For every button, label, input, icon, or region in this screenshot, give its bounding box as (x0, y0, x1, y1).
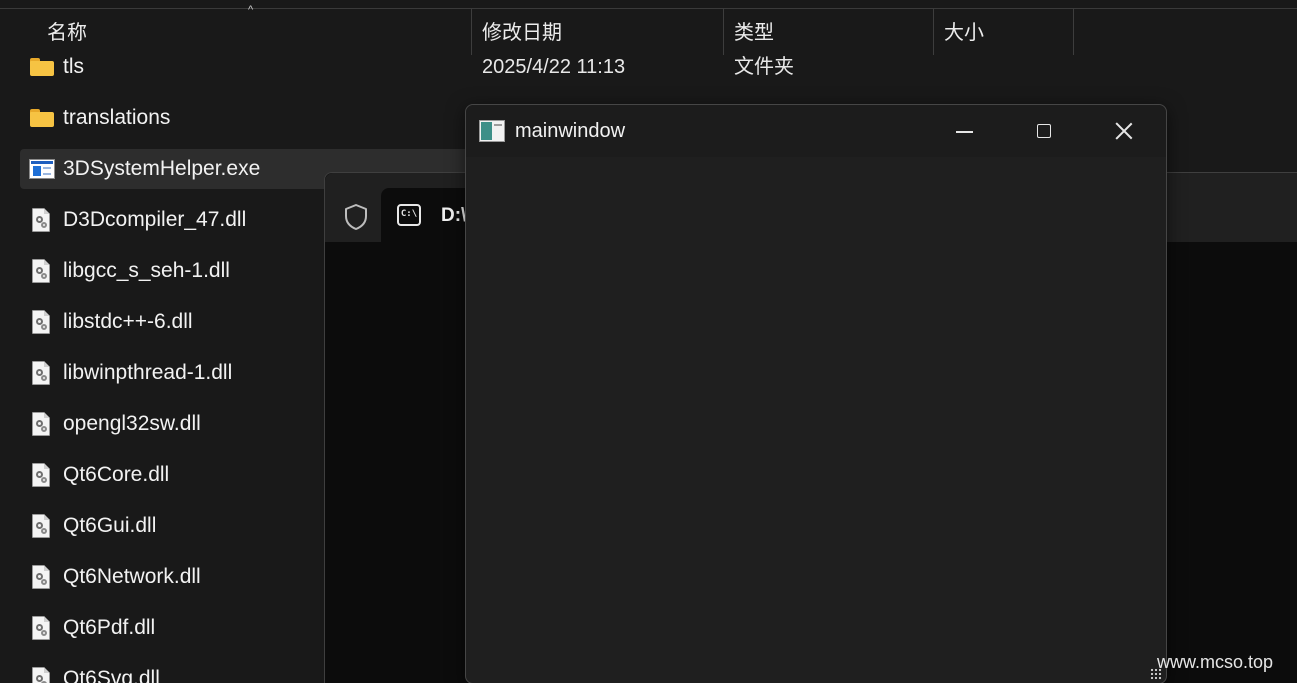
file-name: tls (63, 55, 84, 78)
window-title: mainwindow (515, 120, 626, 142)
dll-icon (29, 666, 53, 683)
terminal-tab-title: D:\ (441, 205, 467, 226)
minimize-icon (956, 131, 973, 133)
file-name: translations (63, 106, 171, 129)
dll-icon (29, 309, 53, 335)
file-row-tls[interactable]: tls (20, 47, 480, 87)
column-header-size[interactable]: 大小 (933, 9, 1073, 55)
file-name: Qt6Gui.dll (63, 514, 157, 537)
dll-icon (29, 360, 53, 386)
file-name: D3Dcompiler_47.dll (63, 208, 247, 231)
file-name: Qt6Svg.dll (63, 667, 160, 683)
shield-icon[interactable] (343, 203, 369, 231)
mainwindow[interactable]: mainwindow (465, 104, 1167, 683)
close-button[interactable] (1084, 105, 1164, 157)
mainwindow-titlebar[interactable]: mainwindow (466, 105, 1166, 157)
dll-icon (29, 411, 53, 437)
exe-icon (29, 156, 55, 182)
dll-icon (29, 462, 53, 488)
file-type: 文件夹 (734, 56, 794, 78)
dll-icon (29, 258, 53, 284)
file-row-translations[interactable]: translations (20, 98, 480, 138)
file-name: libgcc_s_seh-1.dll (63, 259, 230, 282)
dll-icon (29, 615, 53, 641)
minimize-button[interactable] (924, 105, 1004, 157)
file-name: Qt6Network.dll (63, 565, 201, 588)
file-name: libwinpthread-1.dll (63, 361, 233, 384)
dll-icon (29, 513, 53, 539)
folder-icon (29, 105, 54, 131)
desktop-screen: ^ 名称 修改日期 类型 大小 tls 2025/4/22 11:13 文件夹 … (0, 0, 1297, 683)
file-name: Qt6Pdf.dll (63, 616, 156, 639)
dll-icon (29, 207, 53, 233)
file-name: opengl32sw.dll (63, 412, 201, 435)
command-prompt-icon: C:\ (397, 204, 421, 226)
app-window-icon (479, 120, 505, 142)
watermark: www.mcso.top (1157, 652, 1274, 672)
file-name: Qt6Core.dll (63, 463, 170, 486)
file-name: 3DSystemHelper.exe (63, 157, 261, 180)
maximize-icon (1037, 124, 1051, 138)
column-separator[interactable] (1073, 9, 1074, 55)
folder-icon (29, 54, 54, 80)
dll-icon (29, 564, 53, 590)
maximize-button[interactable] (1004, 105, 1084, 157)
file-modified-date: 2025/4/22 11:13 (482, 56, 626, 78)
close-icon (1115, 122, 1133, 140)
file-name: libstdc++-6.dll (63, 310, 193, 333)
